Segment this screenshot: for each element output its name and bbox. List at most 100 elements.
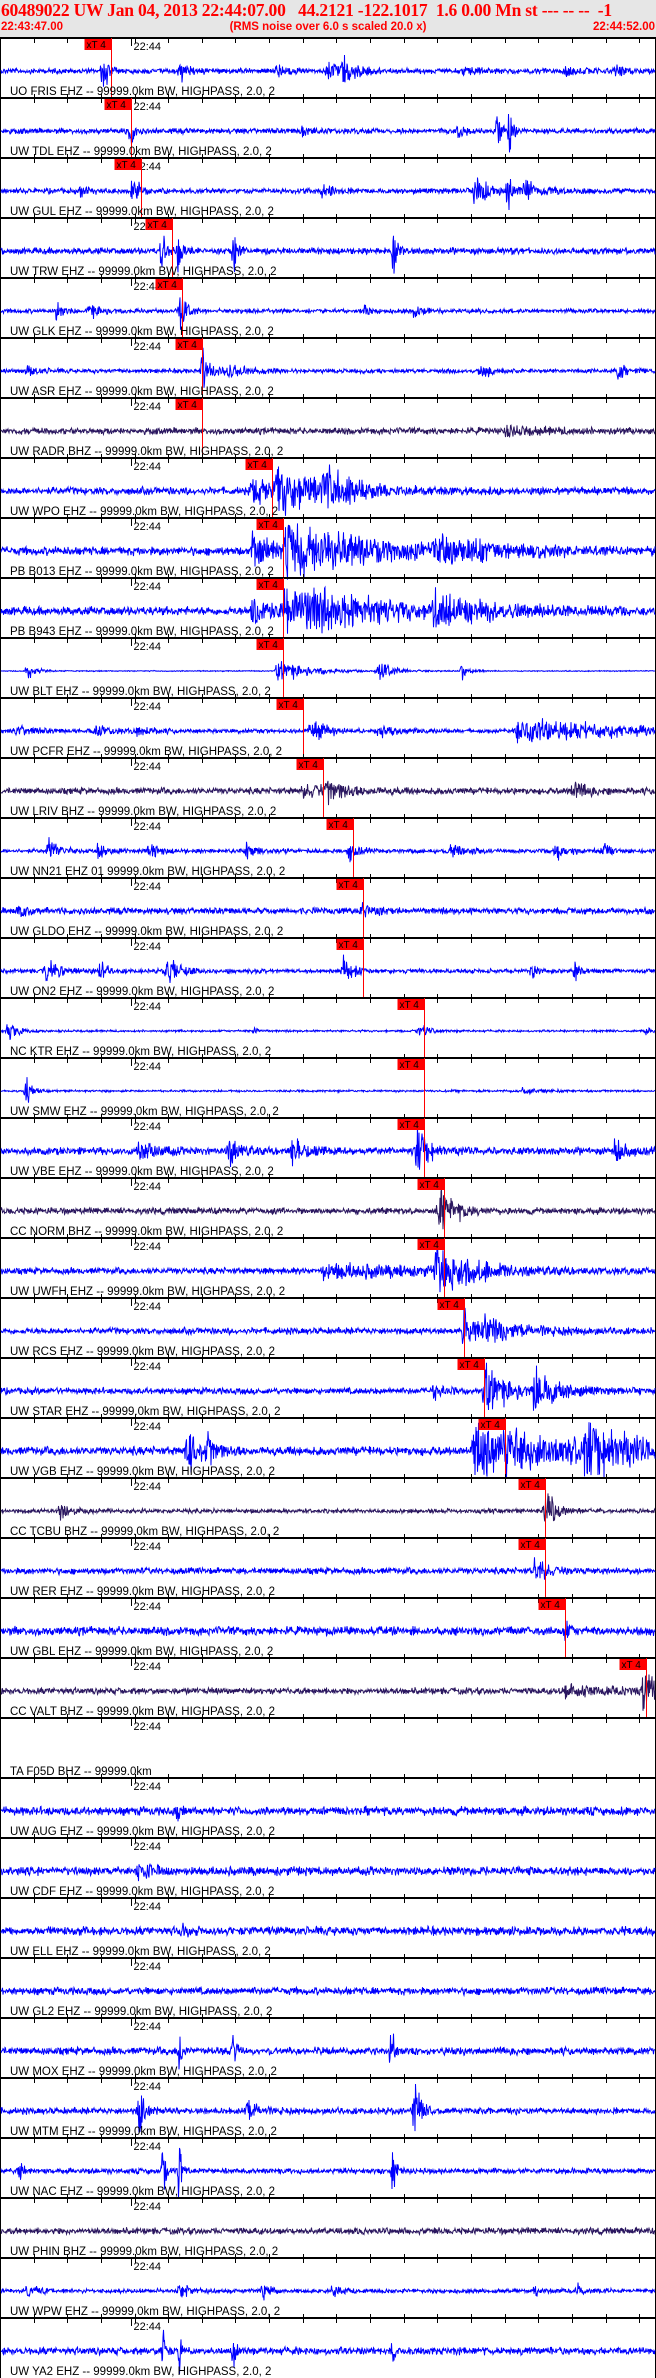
minute-label: 22:44	[134, 1601, 162, 1613]
pick-label: xT 4	[178, 400, 198, 411]
waveform-trace	[0, 661, 656, 681]
pick-label: xT 4	[521, 1540, 541, 1551]
station-label: UW VBE EHZ -- 99999.0km BW, HIGHPASS, 2.…	[10, 1166, 274, 1178]
station-label: UW PCFR EHZ -- 99999.0km BW, HIGHPASS, 2…	[10, 746, 282, 758]
waveform-trace	[0, 1863, 656, 1882]
pick-label: xT 4	[259, 640, 279, 651]
trace-panel: 22:44 xT 4 UW NN21 EHZ 01 99999.0km BW, HI…	[0, 814, 656, 878]
trace-panel: 22:44 xT 4 UW ON2 EHZ -- 99999.0km BW, HIG…	[0, 934, 656, 998]
station-label: UW MOX EHZ -- 99999.0km BW, HIGHPASS, 2.…	[10, 2066, 277, 2078]
minute-label: 22:44	[134, 2261, 162, 2273]
pick-label: xT 4	[521, 1480, 541, 1491]
minute-label: 22:44	[134, 1121, 162, 1133]
pick-label: xT 4	[541, 1600, 561, 1611]
minute-label: 22:44	[134, 401, 162, 413]
station-label: UW GL2 EHZ -- 99999.0km BW, HIGHPASS, 2.…	[10, 2006, 272, 2018]
pick-label: xT 4	[420, 1240, 440, 1251]
minute-label: 22:44	[134, 1961, 162, 1973]
pick-label: xT 4	[400, 1060, 420, 1071]
pick-label: xT 4	[460, 1360, 480, 1371]
waveform-trace	[0, 1922, 656, 1938]
minute-label: 22:44	[134, 1061, 162, 1073]
pick-label: xT 4	[259, 580, 279, 591]
minute-label: 22:44	[134, 1241, 162, 1253]
start-time: 22:43:47.00	[1, 21, 64, 33]
waveform-trace	[0, 1024, 656, 1041]
station-label: UW PHIN BHZ -- 99999.0km BW, HIGHPASS, 2…	[10, 2246, 278, 2258]
trace-panel: 22:44 UW CDF EHZ -- 99999.0km BW, HIGHPAS…	[0, 1834, 656, 1898]
minute-label: 22:44	[134, 821, 162, 833]
station-label: UW ON2 EHZ -- 99999.0km BW, HIGHPASS, 2.…	[10, 986, 274, 998]
trace-panel: 22:44 xT 4 UW GLDO EHZ -- 99999.0km BW, HI…	[0, 874, 656, 938]
minute-label: 22:44	[134, 1181, 162, 1193]
trace-panel: 22:44 xT 4 PB B013 EHZ -- 99999.0km BW, HI…	[0, 514, 656, 580]
station-label: CC TCBU BHZ -- 99999.0km BW, HIGHPASS, 2…	[10, 1526, 279, 1538]
waveform-trace	[0, 1620, 656, 1641]
trace-panel: 22:44xT 4UO FRIS EHZ -- 99999.0km BW, HI…	[0, 37, 656, 98]
trace-panel: 22:44 xT 4 NC KTR EHZ -- 99999.0km BW, HIG…	[0, 994, 656, 1058]
waveform-trace	[0, 718, 656, 744]
trace-panel: 22:44 xT 4 UW LRIV BHZ -- 99999.0km BW, HI…	[0, 754, 656, 818]
pick-label: xT 4	[87, 40, 107, 51]
trace-panel: 22:44xT 4UW TRW EHZ -- 99999.0km BW, HIG…	[0, 214, 656, 278]
minute-label: 22:44	[134, 1001, 162, 1013]
trace-panel: 22:44 UW ELL EHZ -- 99999.0km BW, HIGHPAS…	[0, 1894, 656, 1958]
trace-panel: 22:44 xT 4 UW SMW EHZ -- 99999.0km BW, HIG…	[0, 1054, 656, 1118]
station-label: UW ELL EHZ -- 99999.0km BW, HIGHPASS, 2.…	[10, 1946, 271, 1958]
waveform-trace	[0, 1122, 656, 1170]
trace-panel: 22:44 xT 4 UW TDL EHZ -- 99999.0km BW, HIG…	[0, 94, 656, 158]
pick-label: xT 4	[400, 1000, 420, 1011]
waveform-trace	[0, 1188, 656, 1230]
station-label: UW SMW EHZ -- 99999.0km BW, HIGHPASS, 2.…	[10, 1106, 279, 1118]
minute-label: 22:44	[134, 2081, 162, 2093]
waveform-trace	[0, 780, 656, 806]
station-label: UW YA2 EHZ -- 99999.0km BW, HIGHPASS, 2.…	[10, 2366, 271, 2378]
trace-panel: 22:44 xT 4 PB B943 EHZ -- 99999.0km BW, HI…	[0, 574, 656, 638]
minute-label: 22:44	[134, 41, 162, 53]
trace-panel: 22:44 UW MOX EHZ -- 99999.0km BW, HIGHPAS…	[0, 2014, 656, 2078]
minute-label: 22:44	[134, 2021, 162, 2033]
station-label: UW WPO EHZ -- 99999.0km BW, HIGHPASS, 2.…	[10, 506, 278, 518]
station-label: TA F05D BHZ -- 99999.0km	[10, 1766, 152, 1778]
pick-label: xT 4	[622, 1660, 642, 1671]
station-label: UW ASR EHZ -- 99999.0km BW, HIGHPASS, 2.…	[10, 386, 274, 398]
trace-panel: 22:44 xT 4CC VALT BHZ -- 99999.0km BW, HI…	[0, 1654, 656, 1718]
trace-panel: 22:44 UW GL2 EHZ -- 99999.0km BW, HIGHPAS…	[0, 1954, 656, 2018]
event-title: 60489022 UW Jan 04, 2013 22:44:07.00 44.…	[1, 0, 612, 20]
station-label: PB B013 EHZ -- 99999.0km BW, HIGHPASS, 2…	[10, 566, 274, 578]
pick-label: xT 4	[339, 940, 359, 951]
minute-label: 22:44	[134, 341, 162, 353]
waveform-trace	[0, 1305, 656, 1344]
pick-label: xT 4	[178, 340, 198, 351]
trace-panel: 22:44 xT 4 UW ASR EHZ -- 99999.0km BW, HIG…	[0, 334, 656, 398]
station-label: UW GLK EHZ -- 99999.0km BW, HIGHPASS, 2.…	[10, 326, 274, 338]
pick-label: xT 4	[339, 880, 359, 891]
minute-label: 22:44	[134, 701, 162, 713]
minute-label: 22:44	[134, 2321, 162, 2333]
waveform-trace	[0, 837, 656, 863]
pick-label: xT 4	[420, 1180, 440, 1191]
minute-label: 22:44	[134, 1721, 162, 1733]
minute-label: 22:44	[134, 1781, 162, 1793]
station-label: UW MTM EHZ -- 99999.0km BW, HIGHPASS, 2.…	[10, 2126, 277, 2138]
end-time: 22:44:52.00	[592, 21, 655, 33]
waveform-trace	[0, 297, 656, 330]
pick-label: xT 4	[148, 220, 168, 231]
trace-panel: 22:44UW NAC EHZ -- 99999.0km BW, HIGHPAS…	[0, 2134, 656, 2198]
minute-label: 22:44	[134, 1421, 162, 1433]
pick-label: xT 4	[400, 1120, 420, 1131]
pick-label: xT 4	[329, 820, 349, 831]
waveform-trace	[0, 54, 656, 87]
minute-label: 22:44	[134, 1481, 162, 1493]
trace-panel: 22:44 UW PHIN BHZ -- 99999.0km BW, HIGHPA…	[0, 2194, 656, 2258]
pick-label: xT 4	[107, 100, 127, 111]
trace-panel: 22:44 UW YA2 EHZ -- 99999.0km BW, HIGHPAS…	[0, 2314, 656, 2378]
station-label: UW GLDO EHZ -- 99999.0km BW, HIGHPASS, 2…	[10, 926, 283, 938]
minute-label: 22:44	[134, 461, 162, 473]
trace-panel: 22:44 xT 4UW VGB EHZ -- 99999.0km BW, HIG…	[0, 1414, 656, 1479]
trace-panel: 22:44 UW MTM EHZ -- 99999.0km BW, HIGHPAS…	[0, 2074, 656, 2138]
waveform-trace	[0, 902, 655, 918]
minute-label: 22:44	[134, 1841, 162, 1853]
waveform-trace	[0, 1557, 656, 1580]
trace-panel: 22:44 xT 4 UW UWFH EHZ -- 99999.0km BW, HI…	[0, 1234, 656, 1298]
